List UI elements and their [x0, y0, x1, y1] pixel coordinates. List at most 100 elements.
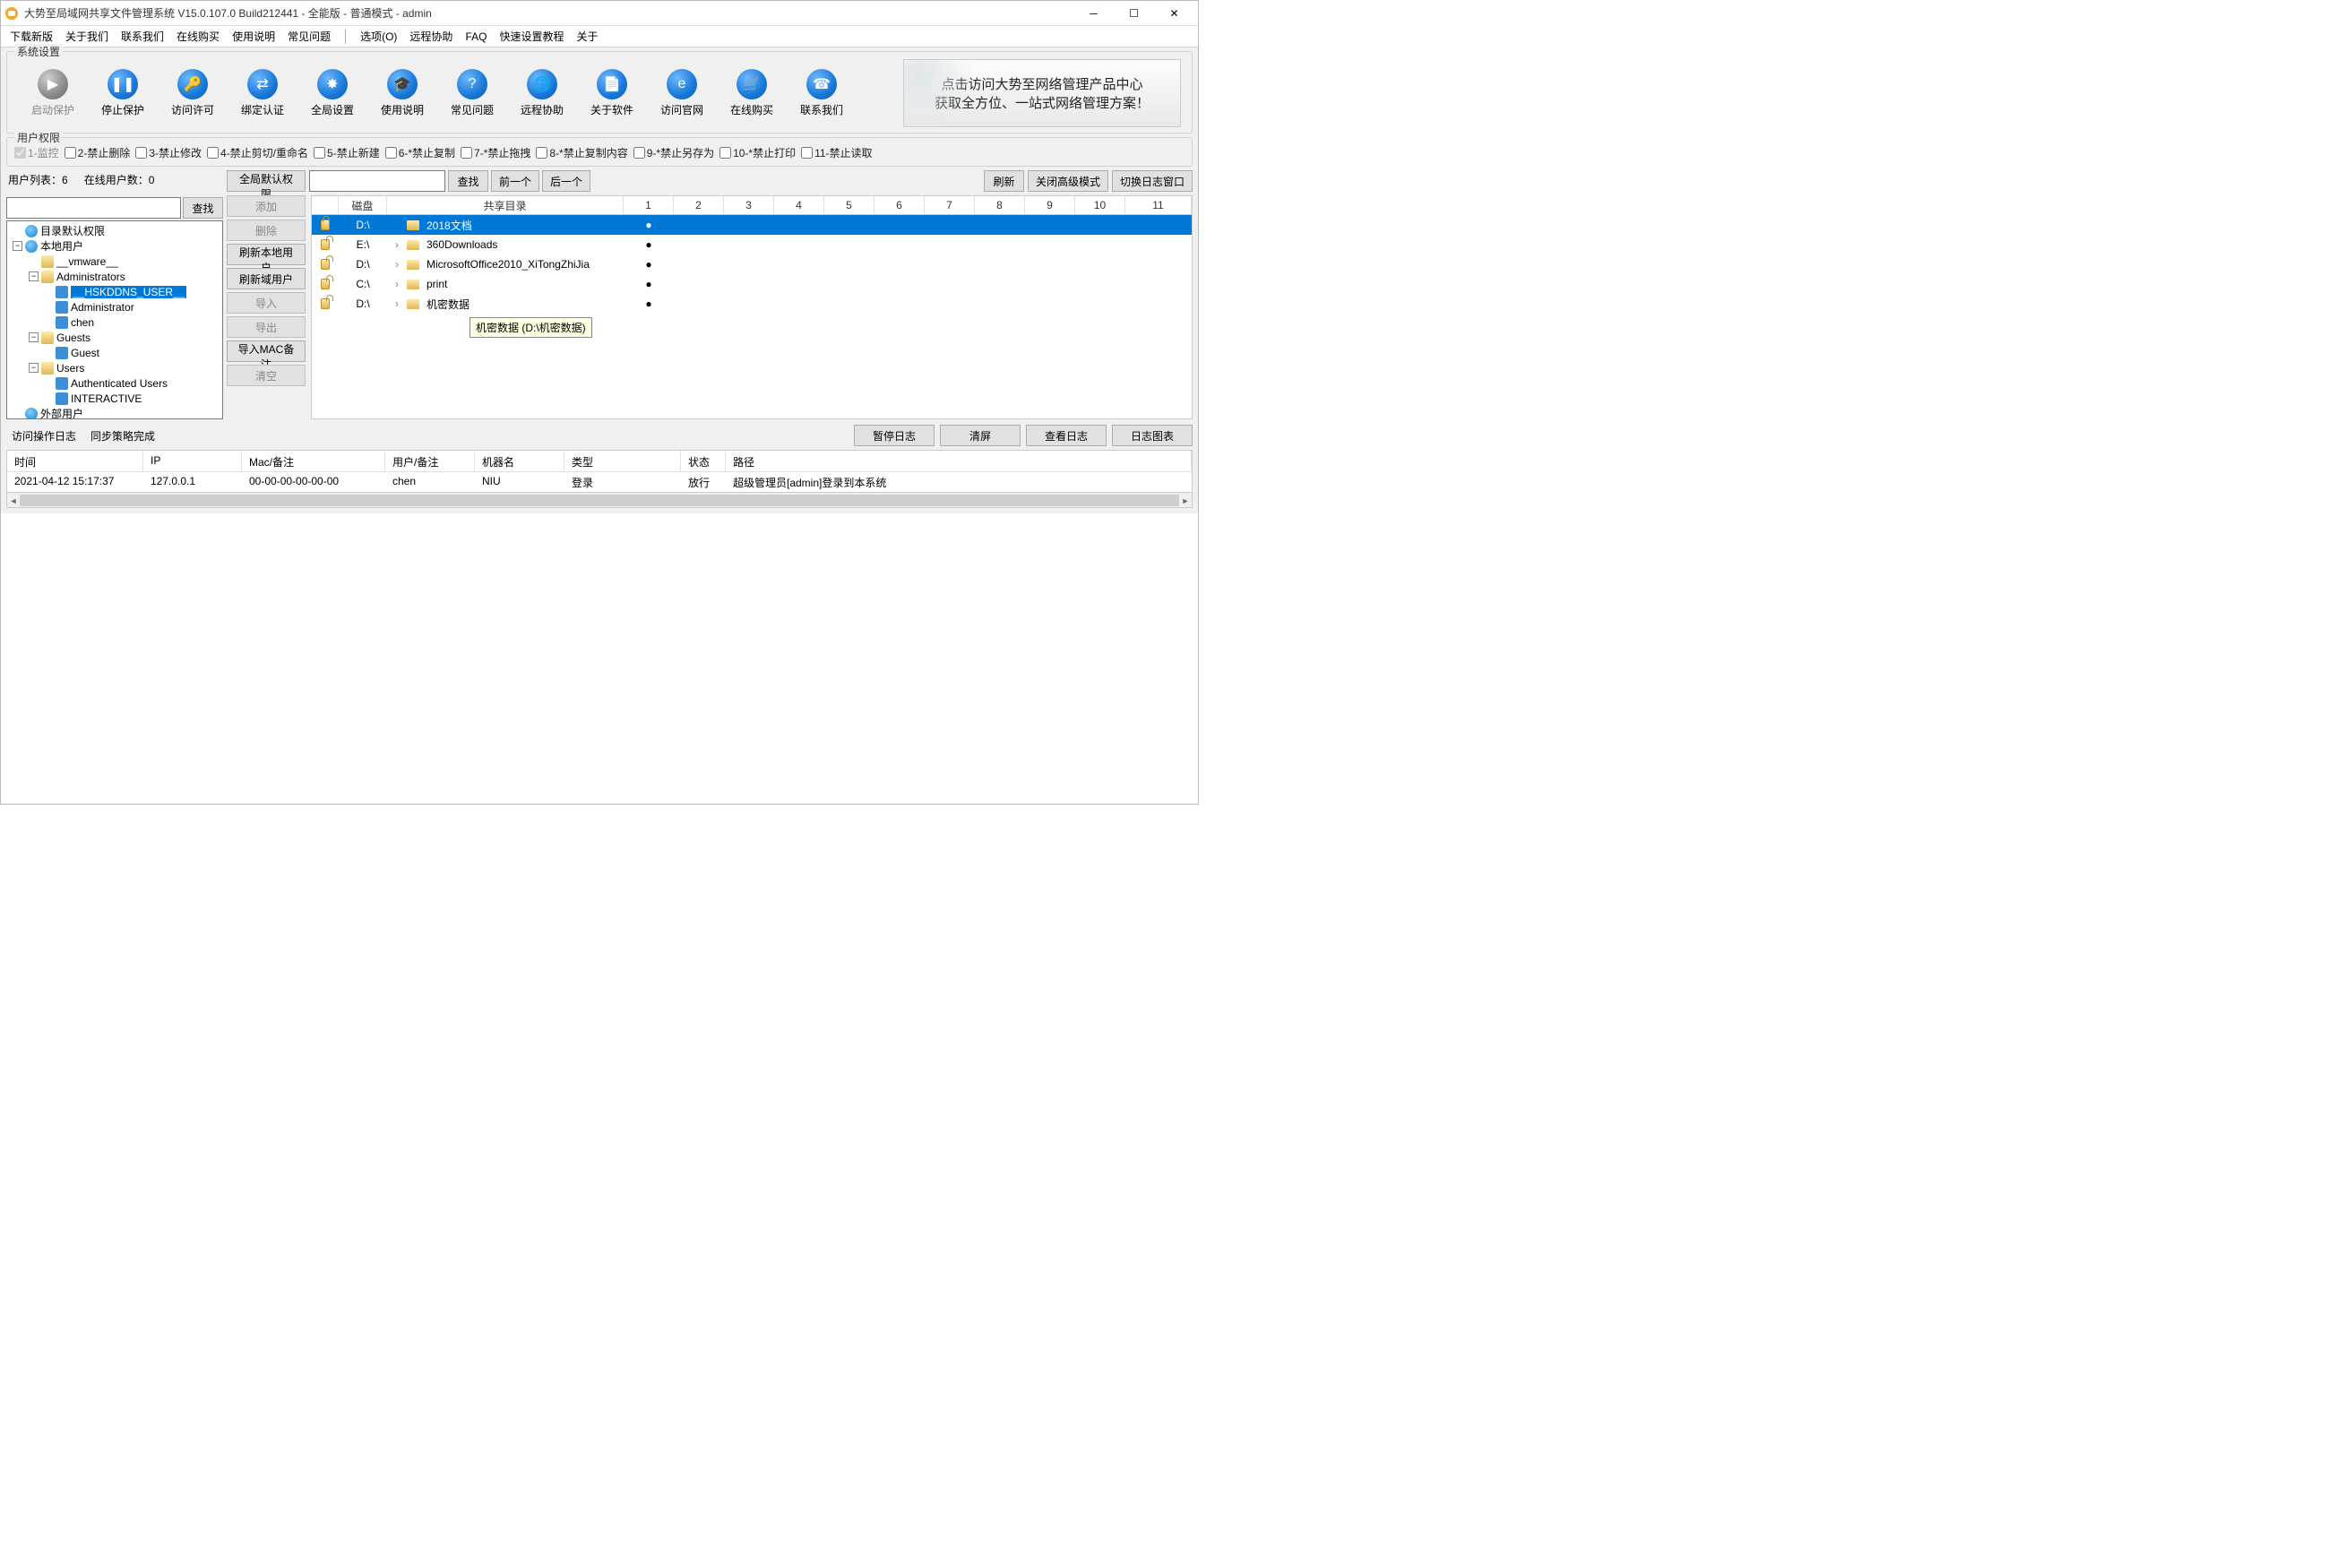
col-disk[interactable]: 磁盘: [339, 196, 387, 214]
close-advanced-button[interactable]: 关闭高级模式: [1028, 170, 1108, 192]
perm-3-禁止修改[interactable]: 3-禁止修改: [135, 145, 202, 160]
pause-log-button[interactable]: 暂停日志: [854, 425, 935, 446]
toolbar-停止保护[interactable]: ❚❚停止保护: [88, 69, 158, 117]
user-search-input[interactable]: [6, 197, 181, 219]
log-chart-button[interactable]: 日志图表: [1112, 425, 1193, 446]
toolbar-常见问题[interactable]: ?常见问题: [437, 69, 507, 117]
expander-icon[interactable]: −: [13, 241, 22, 251]
delete-button[interactable]: 删除: [227, 220, 306, 241]
checkbox[interactable]: [719, 147, 731, 159]
checkbox[interactable]: [314, 147, 325, 159]
toolbar-使用说明[interactable]: 🎓使用说明: [367, 69, 437, 117]
toolbar-访问官网[interactable]: e访问官网: [647, 69, 717, 117]
col-dir[interactable]: 共享目录: [387, 196, 624, 214]
clear-screen-button[interactable]: 清屏: [940, 425, 1021, 446]
expander-icon[interactable]: −: [29, 332, 39, 342]
view-log-button[interactable]: 查看日志: [1026, 425, 1107, 446]
menu-download[interactable]: 下载新版: [10, 29, 53, 44]
menu-buy[interactable]: 在线购买: [177, 29, 220, 44]
share-row[interactable]: D:\›机密数据●: [312, 294, 1192, 314]
refresh-button[interactable]: 刷新: [984, 170, 1024, 192]
share-prev-button[interactable]: 前一个: [491, 170, 539, 192]
tab-access-log[interactable]: 访问操作日志: [12, 428, 76, 444]
perm-9-*禁止另存为[interactable]: 9-*禁止另存为: [633, 145, 714, 160]
toolbar-访问许可[interactable]: 🔑访问许可: [158, 69, 228, 117]
toolbar-绑定认证[interactable]: ⇄绑定认证: [228, 69, 297, 117]
menu-faq-cn[interactable]: 常见问题: [288, 29, 331, 44]
tree-chen[interactable]: chen: [7, 314, 222, 330]
toolbar-启动保护[interactable]: ▶启动保护: [18, 69, 88, 117]
toolbar-联系我们[interactable]: ☎联系我们: [787, 69, 857, 117]
share-search-input[interactable]: [309, 170, 445, 192]
perm-5-禁止新建[interactable]: 5-禁止新建: [314, 145, 380, 160]
tab-sync-policy[interactable]: 同步策略完成: [90, 428, 155, 444]
user-search-button[interactable]: 查找: [183, 197, 223, 219]
menu-contact[interactable]: 联系我们: [121, 29, 164, 44]
maximize-button[interactable]: ☐: [1114, 1, 1154, 26]
tree-administrators[interactable]: −Administrators: [7, 269, 222, 284]
checkbox[interactable]: [135, 147, 147, 159]
perm-6-*禁止复制[interactable]: 6-*禁止复制: [385, 145, 455, 160]
share-next-button[interactable]: 后一个: [542, 170, 590, 192]
toolbar-关于软件[interactable]: 📄关于软件: [577, 69, 647, 117]
share-find-button[interactable]: 查找: [448, 170, 488, 192]
checkbox[interactable]: [385, 147, 397, 159]
share-row[interactable]: C:\›print●: [312, 274, 1192, 294]
menu-about-us[interactable]: 关于我们: [65, 29, 108, 44]
tree-local-users[interactable]: −本地用户: [7, 238, 222, 254]
expander-icon[interactable]: −: [29, 363, 39, 373]
menu-faq[interactable]: FAQ: [465, 30, 487, 43]
import-button[interactable]: 导入: [227, 292, 306, 314]
close-button[interactable]: ✕: [1154, 1, 1194, 26]
checkbox[interactable]: [65, 147, 76, 159]
checkbox[interactable]: [536, 147, 547, 159]
scroll-right-icon[interactable]: ►: [1179, 493, 1192, 508]
add-button[interactable]: 添加: [227, 195, 306, 217]
export-button[interactable]: 导出: [227, 316, 306, 338]
clear-button[interactable]: 清空: [227, 365, 306, 386]
toolbar-在线购买[interactable]: 🛒在线购买: [717, 69, 787, 117]
perm-7-*禁止拖拽[interactable]: 7-*禁止拖拽: [461, 145, 530, 160]
menu-about[interactable]: 关于: [576, 29, 598, 44]
perm-11-禁止读取[interactable]: 11-禁止读取: [801, 145, 872, 160]
perm-8-*禁止复制内容[interactable]: 8-*禁止复制内容: [536, 145, 627, 160]
tree-authenticated-users[interactable]: Authenticated Users: [7, 375, 222, 391]
perm-2-禁止删除[interactable]: 2-禁止删除: [65, 145, 131, 160]
tree-guests[interactable]: −Guests: [7, 330, 222, 345]
menu-remote[interactable]: 远程协助: [409, 29, 452, 44]
tree-vmware[interactable]: __vmware__: [7, 254, 222, 269]
horizontal-scrollbar[interactable]: ◄ ►: [7, 492, 1192, 507]
tree-administrator[interactable]: Administrator: [7, 299, 222, 314]
import-mac-button[interactable]: 导入MAC备注: [227, 340, 306, 362]
share-table-body[interactable]: D:\2018文档●E:\›360Downloads●D:\›Microsoft…: [311, 215, 1193, 419]
scroll-thumb[interactable]: [20, 495, 1179, 506]
tree-guest[interactable]: Guest: [7, 345, 222, 360]
menu-quick-setup[interactable]: 快速设置教程: [499, 29, 564, 44]
expander-icon[interactable]: −: [29, 271, 39, 281]
perm-10-*禁止打印[interactable]: 10-*禁止打印: [719, 145, 796, 160]
menu-options[interactable]: 选项(O): [360, 29, 397, 44]
tree-dir-default[interactable]: 目录默认权限: [7, 223, 222, 238]
checkbox[interactable]: [461, 147, 472, 159]
tree-hskddns-user[interactable]: __HSKDDNS_USER__: [7, 284, 222, 299]
scroll-left-icon[interactable]: ◄: [7, 493, 20, 508]
checkbox[interactable]: [801, 147, 813, 159]
refresh-domain-users-button[interactable]: 刷新域用户: [227, 268, 306, 289]
refresh-local-users-button[interactable]: 刷新本地用户: [227, 244, 306, 265]
share-row[interactable]: E:\›360Downloads●: [312, 235, 1192, 254]
share-row[interactable]: D:\›MicrosoftOffice2010_XiTongZhiJia●: [312, 254, 1192, 274]
tree-external-users[interactable]: 外部用户: [7, 406, 222, 419]
perm-4-禁止剪切/重命名[interactable]: 4-禁止剪切/重命名: [207, 145, 308, 160]
checkbox[interactable]: [633, 147, 645, 159]
tree-users[interactable]: −Users: [7, 360, 222, 375]
minimize-button[interactable]: ─: [1073, 1, 1114, 26]
log-row[interactable]: 2021-04-12 15:17:37 127.0.0.1 00-00-00-0…: [7, 472, 1192, 492]
product-banner[interactable]: 点击访问大势至网络管理产品中心获取全方位、一站式网络管理方案！: [903, 59, 1181, 127]
toolbar-全局设置[interactable]: ✸全局设置: [297, 69, 367, 117]
menu-help[interactable]: 使用说明: [232, 29, 275, 44]
share-row[interactable]: D:\2018文档●: [312, 215, 1192, 235]
checkbox[interactable]: [207, 147, 219, 159]
global-default-perm-button[interactable]: 全局默认权限: [227, 170, 306, 192]
switch-log-button[interactable]: 切换日志窗口: [1112, 170, 1193, 192]
tree-interactive[interactable]: INTERACTIVE: [7, 391, 222, 406]
